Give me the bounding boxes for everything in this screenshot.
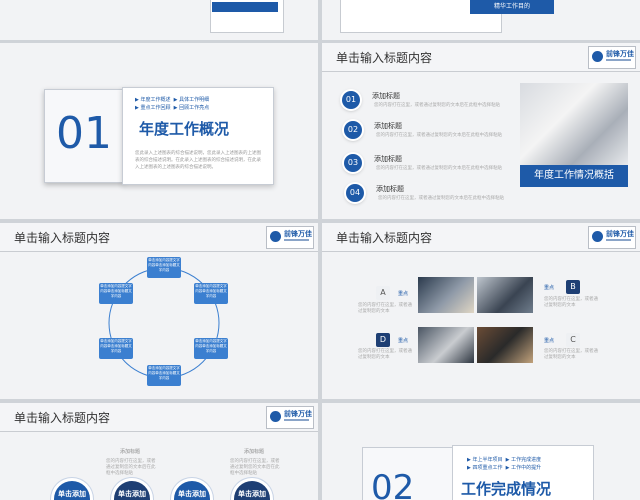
tag-4: 工作中的提升	[511, 465, 542, 471]
desc-b: 您的内容打在这里，或者通过复制您的文本	[544, 297, 598, 308]
ghost-bar	[212, 2, 278, 12]
item-title: 添加标题	[374, 155, 402, 163]
logo-text: 前锋万佳	[606, 49, 634, 58]
desc-a: 您的内容打在这里，或者通过复制您的文本	[358, 303, 412, 314]
label-b: 重点	[544, 285, 555, 291]
item-desc: 您的内容打在这里，或者通过复制您的文本后在此框中选择粘贴	[376, 133, 502, 138]
col-title: 添加标题	[120, 449, 141, 455]
tag-4: 回顾工作亮点	[179, 105, 210, 111]
logo-icon	[270, 411, 281, 422]
company-logo: 前锋万佳	[588, 46, 636, 69]
tag-2: 工作完成进度	[511, 457, 542, 463]
slide-section-01[interactable]: 01 ▶ 年度工作概述 ▶ 具体工作明细 ▶ 重点工作回顾 ▶ 回顾工作亮点 年…	[0, 43, 318, 219]
bubble-1: 单击添加	[54, 481, 90, 500]
section-number: 02	[371, 468, 415, 500]
section-number: 01	[56, 108, 112, 159]
slide-abcd[interactable]: 单击输入标题内容 前锋万佳 A 重点 您的内容打在这里，或者通过复制您的文本 重…	[322, 223, 640, 399]
tag-list: ▶ 年度工作概述 ▶ 具体工作明细 ▶ 重点工作回顾 ▶ 回顾工作亮点	[135, 97, 210, 111]
tag-1: 年上半年项目	[472, 457, 503, 463]
bubble-3: 单击添加	[174, 481, 210, 500]
item-desc: 您的内容打在这里，或者通过复制您的文本后在此框中选择粘贴	[378, 196, 504, 201]
logo-icon	[592, 51, 603, 62]
item-desc: 您的内容打在这里，或者通过复制您的文本后在此框中选择粘贴	[374, 103, 500, 108]
label-a: 重点	[398, 291, 409, 297]
col-desc: 您的内容打在这里，或者通过复制您的文本后在此框中选择粘贴	[106, 459, 156, 476]
letter-a: A	[376, 286, 390, 300]
cycle-node: 单击添加内容提文字内容单击添加标题文字内容	[147, 257, 181, 278]
tag-2: 具体工作明细	[179, 97, 210, 103]
slide-title: 单击输入标题内容	[336, 231, 433, 245]
slide-header: 单击输入标题内容 前锋万佳	[0, 403, 318, 432]
company-logo: 前锋万佳	[588, 226, 636, 249]
letter-b: B	[566, 280, 580, 294]
cycle-node: 单击添加内容提文字内容单击添加标题文字内容	[99, 283, 133, 304]
item-title: 添加标题	[372, 92, 400, 100]
photo-3	[418, 327, 474, 363]
cycle-node: 单击添加内容提文字内容单击添加标题文字内容	[194, 283, 228, 304]
section-number-box: 01	[44, 89, 124, 183]
label-d: 重点	[398, 338, 409, 344]
section-card: ▶ 年度工作概述 ▶ 具体工作明细 ▶ 重点工作回顾 ▶ 回顾工作亮点 年度工作…	[122, 87, 274, 185]
section-card: ▶ 年上半年项目 ▶ 工作完成进度 ▶ 四项重点工作 ▶ 工作中的提升 工作完成…	[452, 445, 594, 500]
logo-text: 前锋万佳	[606, 229, 634, 238]
col-desc: 您的内容打在这里，或者通过复制您的文本后在此框中选择粘贴	[230, 459, 280, 476]
office-photo	[520, 83, 628, 165]
company-logo: 前锋万佳	[266, 406, 314, 429]
item-desc: 您的内容打在这里，或者通过复制您的文本后在此框中选择粘贴	[376, 166, 502, 171]
bubble-4: 单击添加	[234, 481, 270, 500]
slide-section-02[interactable]: 02 ▶ 年上半年项目 ▶ 工作完成进度 ▶ 四项重点工作 ▶ 工作中的提升 工…	[322, 403, 640, 500]
slide-header: 单击输入标题内容 前锋万佳	[322, 43, 640, 72]
desc-c: 您的内容打在这里，或者通过复制您的文本	[544, 349, 598, 360]
tag-3: 四项重点工作	[472, 465, 503, 471]
col-title: 添加标题	[244, 449, 265, 455]
slide-bubbles[interactable]: 单击输入标题内容 前锋万佳 添加标题 您的内容打在这里，或者通过复制您的文本后在…	[0, 403, 318, 500]
slide-header: 单击输入标题内容 前锋万佳	[322, 223, 640, 252]
item-number: 04	[346, 184, 364, 202]
tag-list: ▶ 年上半年项目 ▶ 工作完成进度 ▶ 四项重点工作 ▶ 工作中的提升	[467, 457, 542, 471]
section-number-box: 02	[362, 447, 454, 500]
photo-caption: 年度工作情况概括	[520, 165, 628, 187]
slide-cycle[interactable]: 单击输入标题内容 前锋万佳 单击添加内容提文字内容单击添加标题文字内容 单击添加…	[0, 223, 318, 399]
photo-4	[477, 327, 533, 363]
letter-c: C	[566, 333, 580, 347]
logo-icon	[592, 231, 603, 242]
item-title: 添加标题	[374, 122, 402, 130]
item-title: 添加标题	[376, 185, 404, 193]
cycle-node: 单击添加内容提文字内容单击添加标题文字内容	[194, 338, 228, 359]
item-number: 01	[342, 91, 360, 109]
photo-1	[418, 277, 474, 313]
slide-overview[interactable]: 单击输入标题内容 前锋万佳 01 添加标题 您的内容打在这里，或者通过复制您的文…	[322, 43, 640, 219]
tag-1: 年度工作概述	[140, 97, 171, 103]
item-number: 03	[344, 154, 362, 172]
bubble-2: 单击添加	[114, 481, 150, 500]
letter-d: D	[376, 333, 390, 347]
cycle-node: 单击添加内容提文字内容单击添加标题文字内容	[99, 338, 133, 359]
logo-text: 前锋万佳	[284, 409, 312, 418]
section-title: 工作完成情况	[461, 480, 552, 498]
section-title: 年度工作概况	[139, 120, 230, 138]
ghost-button[interactable]: 精华工作目的	[470, 0, 554, 14]
partial-slide-top-left[interactable]	[0, 0, 318, 40]
cycle-node: 单击添加内容提文字内容单击添加标题文字内容	[147, 365, 181, 386]
slide-title: 单击输入标题内容	[14, 411, 111, 425]
desc-d: 您的内容打在这里，或者通过复制您的文本	[358, 349, 412, 360]
partial-slide-top-right[interactable]: 精华工作目的	[322, 0, 640, 40]
section-desc: 您此录入上述图表的综合描述说明，您此录入上述图表的上述图表的综合描述说明。在此录…	[135, 151, 261, 170]
label-c: 重点	[544, 338, 555, 344]
slide-title: 单击输入标题内容	[336, 51, 433, 65]
tag-3: 重点工作回顾	[140, 105, 171, 111]
photo-2	[477, 277, 533, 313]
item-number: 02	[344, 121, 362, 139]
